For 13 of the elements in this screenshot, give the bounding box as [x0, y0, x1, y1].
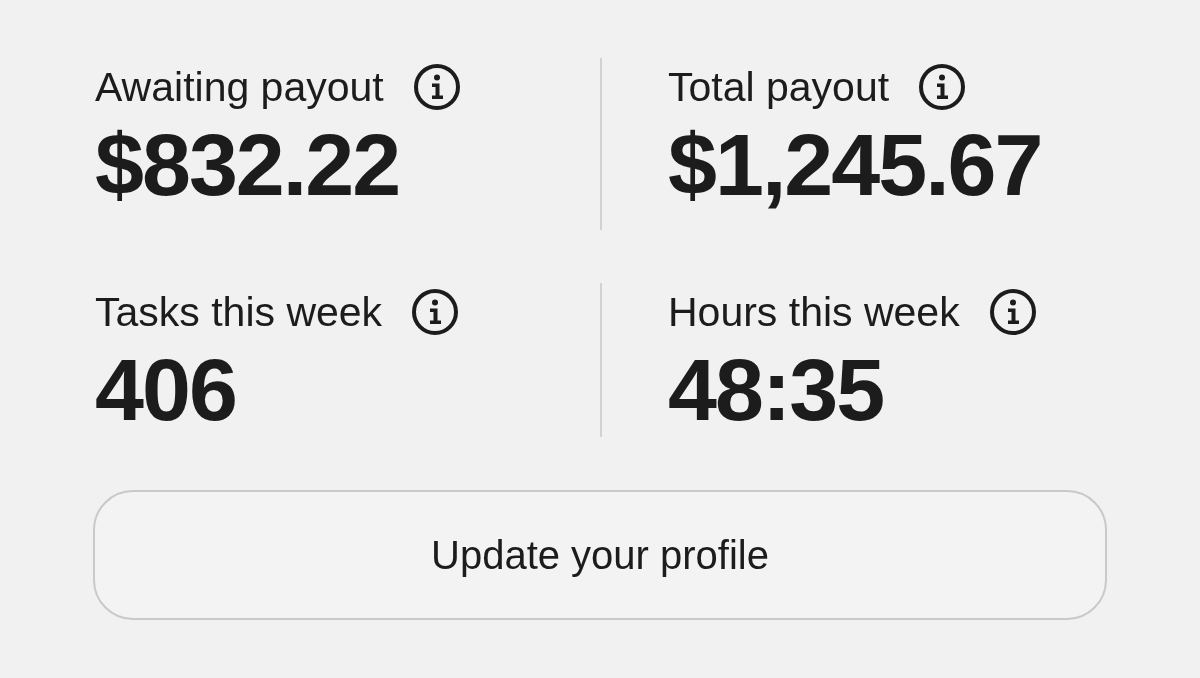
update-profile-button[interactable]: Update your profile — [93, 490, 1107, 620]
stat-value: $832.22 — [95, 121, 400, 209]
info-icon[interactable] — [412, 289, 459, 335]
stat-label: Hours this week — [668, 289, 960, 335]
stat-value: $1,245.67 — [668, 121, 1042, 209]
stat-label: Awaiting payout — [95, 64, 384, 110]
stat-value: 48:35 — [668, 346, 884, 434]
info-icon[interactable] — [919, 64, 966, 110]
info-icon[interactable] — [989, 289, 1036, 335]
info-icon[interactable] — [413, 64, 460, 110]
stat-label: Tasks this week — [95, 289, 383, 335]
stat-value: 406 — [95, 346, 236, 434]
stat-label: Total payout — [668, 64, 890, 110]
